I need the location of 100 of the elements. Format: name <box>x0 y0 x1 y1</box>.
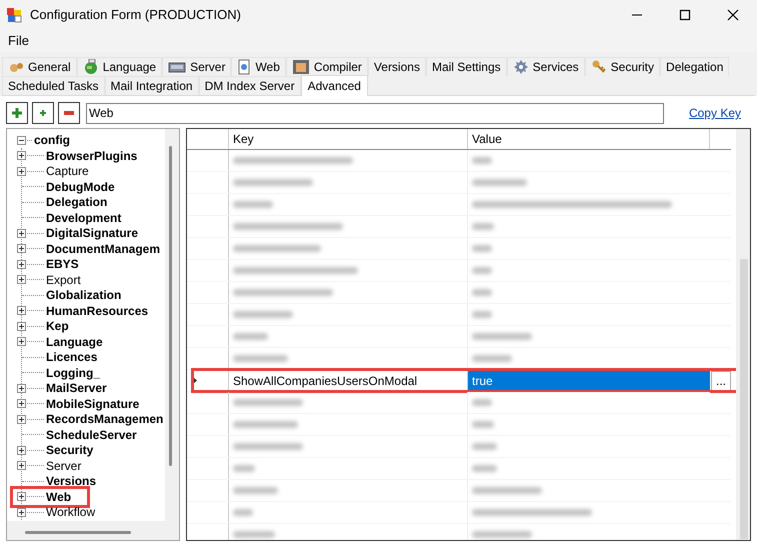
plus-icon <box>19 510 24 514</box>
expand-toggle[interactable] <box>17 446 26 454</box>
tree-node[interactable]: DigitalSignature <box>46 226 138 240</box>
scroll-thumb[interactable] <box>740 259 748 539</box>
blurred-text <box>472 179 527 186</box>
tab[interactable]: Server <box>162 57 232 76</box>
scroll-thumb[interactable] <box>25 531 131 534</box>
column-header[interactable]: Value <box>468 129 710 149</box>
add-button[interactable] <box>6 102 28 124</box>
plus-icon <box>19 308 24 313</box>
tree-node[interactable]: HumanResources <box>46 304 148 318</box>
add-child-button[interactable] <box>32 102 54 124</box>
plus-icon <box>19 168 24 174</box>
blurred-text <box>472 487 542 494</box>
tree-node[interactable]: DocumentManagem <box>46 242 160 256</box>
scroll-thumb[interactable] <box>169 146 172 466</box>
expand-toggle[interactable] <box>17 461 26 470</box>
expand-toggle[interactable] <box>17 322 26 330</box>
expand-toggle[interactable] <box>17 260 26 268</box>
blurred-text <box>472 157 492 164</box>
tree-node[interactable]: Capture <box>46 164 89 178</box>
tab[interactable]: Delegation <box>660 57 730 76</box>
tab[interactable]: DM Index Server <box>198 76 301 95</box>
column-header[interactable]: Key <box>229 129 468 149</box>
tab[interactable]: Versions <box>368 57 426 76</box>
tree-node[interactable]: Web <box>46 490 72 504</box>
path-field[interactable]: Web <box>86 102 664 124</box>
blurred-text <box>472 443 497 450</box>
tree-node[interactable]: Globalization <box>46 288 122 302</box>
expand-toggle[interactable] <box>17 337 26 346</box>
expand-toggle[interactable] <box>17 306 26 315</box>
maximize-icon[interactable] <box>679 9 691 21</box>
tree-node[interactable]: Licences <box>46 350 98 364</box>
plus-icon <box>12 108 22 118</box>
plus-icon <box>19 262 24 266</box>
tree-node[interactable]: BrowserPlugins <box>46 148 138 163</box>
tree-node[interactable]: config <box>34 131 70 149</box>
tree-node[interactable]: Language <box>46 334 103 349</box>
tab[interactable]: Services <box>506 57 585 76</box>
ellipsis-button[interactable]: ... <box>711 371 731 391</box>
tree-node[interactable]: Kep <box>46 319 69 334</box>
tree-node[interactable]: Development <box>46 210 122 225</box>
globe-icon <box>82 59 99 75</box>
tree-node[interactable]: Security <box>46 443 94 458</box>
blurred-text <box>472 245 492 252</box>
blurred-text <box>233 509 253 516</box>
blurred-text <box>472 223 494 230</box>
expand-toggle[interactable] <box>17 244 26 253</box>
tab[interactable]: Web <box>231 57 286 76</box>
tree-node[interactable]: Server <box>46 458 82 473</box>
tree-node[interactable]: Workflow <box>46 505 96 520</box>
keys-icon <box>590 59 607 75</box>
expand-toggle[interactable] <box>17 151 26 160</box>
box-icon <box>292 59 310 75</box>
blurred-text <box>233 531 275 538</box>
tree-node[interactable]: Export <box>46 272 81 287</box>
tree-node[interactable]: DebugMode <box>46 180 115 194</box>
expand-toggle[interactable] <box>17 414 26 424</box>
expand-toggle[interactable] <box>17 384 26 392</box>
blurred-text <box>233 421 298 428</box>
blurred-text <box>233 443 303 450</box>
tree-node[interactable]: Versions <box>46 474 96 488</box>
tree-node[interactable]: MobileSignature <box>46 396 140 411</box>
tab[interactable]: General <box>2 57 77 76</box>
tree-node[interactable]: MailServer <box>46 381 107 396</box>
tree-node[interactable]: ScheduleServer <box>46 428 137 442</box>
table-cell[interactable]: true <box>468 370 710 391</box>
blurred-text <box>233 311 293 318</box>
tab[interactable]: Mail Settings <box>426 57 507 76</box>
tree-node[interactable]: Logging_ <box>46 366 100 380</box>
window-title: Configuration Form (PRODUCTION) <box>30 6 241 24</box>
tree-node[interactable]: Delegation <box>46 195 108 210</box>
tab[interactable]: Scheduled Tasks <box>2 76 105 95</box>
tab[interactable]: Compiler <box>286 57 368 76</box>
tree-node[interactable]: RecordsManagemen <box>46 412 164 426</box>
expand-toggle[interactable] <box>17 399 26 408</box>
plus-icon <box>19 494 24 499</box>
copy-key-link[interactable]: Copy Key <box>688 104 741 122</box>
expand-toggle[interactable] <box>17 228 26 238</box>
minus-icon <box>64 111 74 115</box>
tree-node[interactable]: EBYS <box>46 257 79 272</box>
expand-toggle[interactable] <box>17 275 26 284</box>
tab[interactable]: Security <box>584 57 660 76</box>
plus-icon <box>19 463 24 468</box>
blurred-text <box>233 355 288 362</box>
plus-icon <box>19 153 24 158</box>
tab[interactable]: Language <box>76 57 162 76</box>
tab[interactable]: Mail Integration <box>104 76 199 95</box>
page-icon <box>237 59 252 75</box>
gears-icon <box>8 60 24 74</box>
menu-item[interactable]: File <box>6 31 31 51</box>
collapse-toggle[interactable] <box>17 136 26 144</box>
blurred-text <box>233 487 278 494</box>
remove-button[interactable] <box>58 102 80 124</box>
tab[interactable]: Advanced <box>300 75 368 96</box>
expand-toggle[interactable] <box>17 492 26 501</box>
blurred-text <box>233 399 303 406</box>
expand-toggle[interactable] <box>17 166 26 176</box>
close-icon[interactable] <box>727 9 739 21</box>
plus-icon <box>40 110 46 116</box>
